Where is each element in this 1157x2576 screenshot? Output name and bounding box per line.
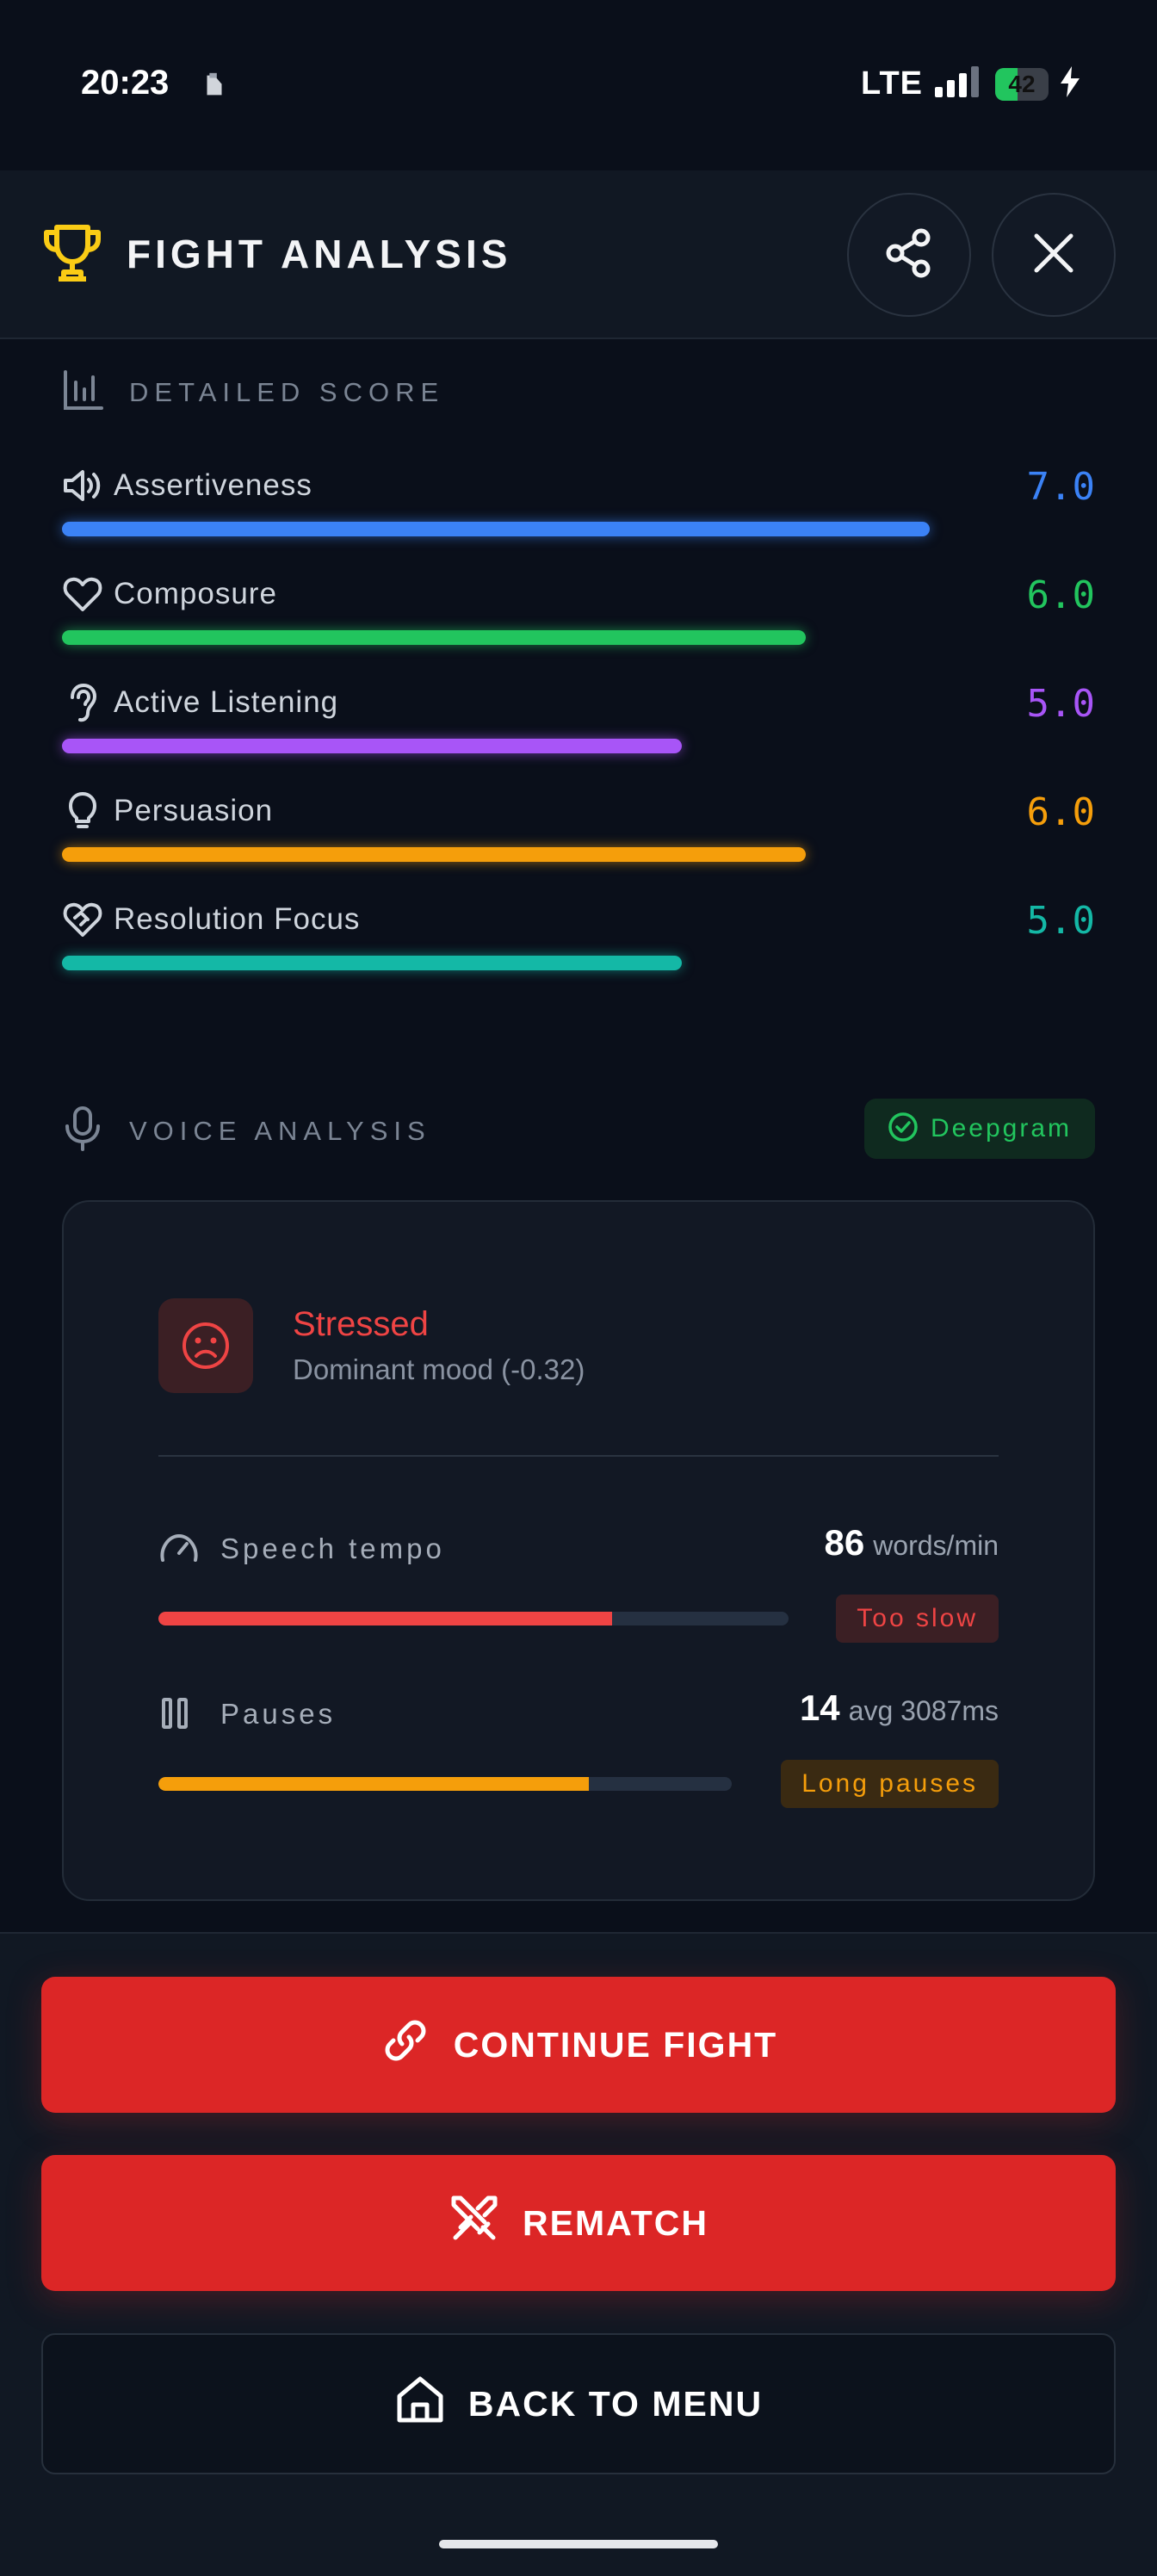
battery-icon: 42: [995, 67, 1049, 101]
close-button[interactable]: [992, 193, 1116, 317]
battery-level: 42: [1008, 70, 1036, 97]
network-type: LTE: [861, 65, 923, 102]
speech-tempo-value: 86 words/min: [824, 1522, 999, 1564]
deepgram-badge: Deepgram: [864, 1099, 1095, 1159]
sad-face-icon: [158, 1298, 253, 1393]
speech-tempo-fill: [158, 1612, 613, 1625]
score-row-active-listening: Active Listening 5.0: [62, 682, 1095, 790]
microphone-icon: [62, 1105, 103, 1156]
action-footer: CONTINUE FIGHT REMATCH BACK TO MENU: [0, 1932, 1157, 2576]
pauses-unit: avg 3087ms: [848, 1695, 999, 1726]
charging-icon: [1061, 66, 1080, 102]
score-value: 6.0: [1026, 573, 1095, 617]
home-icon: [394, 2374, 446, 2434]
section-title: DETAILED SCORE: [129, 376, 445, 407]
notification-icon: [200, 71, 229, 104]
section-title: VOICE ANALYSIS: [129, 1115, 431, 1146]
handshake-heart-icon: [62, 899, 103, 944]
score-bar: [62, 630, 806, 645]
status-bar: 20:23 LTE 42: [0, 0, 1157, 170]
mood-title: Stressed: [293, 1305, 429, 1343]
continue-fight-label: CONTINUE FIGHT: [453, 2024, 778, 2065]
signal-icon: [935, 66, 983, 102]
score-row-resolution-focus: Resolution Focus 5.0: [62, 899, 1095, 1007]
link-icon: [380, 2015, 431, 2075]
score-label: Resolution Focus: [114, 902, 361, 936]
score-label: Active Listening: [114, 685, 339, 719]
crossed-swords-icon: [449, 2193, 500, 2253]
speech-tempo-label: Speech tempo: [220, 1533, 445, 1564]
pauses-label: Pauses: [220, 1698, 337, 1730]
continue-fight-button[interactable]: CONTINUE FIGHT: [41, 1977, 1116, 2113]
home-indicator[interactable]: [439, 2540, 718, 2548]
pauses-fill: [158, 1777, 589, 1791]
mood-subtitle: Dominant mood (-0.32): [293, 1353, 585, 1385]
close-icon: [1031, 231, 1076, 280]
pause-icon: [158, 1696, 193, 1735]
score-bar: [62, 956, 682, 970]
pauses-badge: Long pauses: [781, 1760, 999, 1808]
back-to-menu-label: BACK TO MENU: [467, 2383, 764, 2424]
score-value: 5.0: [1026, 682, 1095, 726]
score-value: 5.0: [1026, 899, 1095, 943]
voice-analysis-header: VOICE ANALYSIS: [62, 1105, 431, 1156]
pauses-number: 14: [799, 1687, 840, 1728]
score-label: Assertiveness: [114, 468, 312, 502]
score-row-persuasion: Persuasion 6.0: [62, 790, 1095, 899]
trophy-icon: [43, 222, 102, 288]
share-button[interactable]: [847, 193, 971, 317]
ear-icon: [62, 682, 103, 728]
check-circle-icon: [888, 1112, 919, 1147]
speech-tempo-bar: [158, 1612, 789, 1625]
heart-icon: [62, 573, 103, 619]
page-title: FIGHT ANALYSIS: [127, 232, 512, 276]
score-bar: [62, 847, 806, 862]
score-label: Composure: [114, 577, 277, 610]
pauses-value: 14 avg 3087ms: [800, 1687, 999, 1729]
score-row-composure: Composure 6.0: [62, 573, 1095, 682]
speedometer-icon: [158, 1531, 200, 1570]
divider: [158, 1455, 999, 1457]
back-to-menu-button[interactable]: BACK TO MENU: [41, 2333, 1116, 2474]
score-value: 6.0: [1026, 790, 1095, 834]
score-bar: [62, 739, 682, 753]
speaker-icon: [62, 465, 103, 511]
score-value: 7.0: [1026, 465, 1095, 509]
voice-analysis-card: Stressed Dominant mood (-0.32) Speech te…: [62, 1200, 1095, 1901]
status-time: 20:23: [81, 64, 170, 102]
rematch-label: REMATCH: [523, 2202, 708, 2243]
bar-chart-icon: [62, 368, 103, 416]
score-label: Persuasion: [114, 794, 274, 827]
lightbulb-icon: [62, 790, 103, 836]
pauses-bar: [158, 1777, 732, 1791]
score-bar: [62, 522, 930, 536]
speech-tempo-badge: Too slow: [836, 1595, 999, 1643]
share-icon: [882, 226, 937, 285]
provider-label: Deepgram: [930, 1114, 1073, 1142]
detailed-score-header: DETAILED SCORE: [62, 368, 444, 416]
header: FIGHT ANALYSIS: [0, 170, 1157, 339]
score-row-assertiveness: Assertiveness 7.0: [62, 465, 1095, 573]
speech-tempo-unit: words/min: [873, 1530, 999, 1561]
speech-tempo-number: 86: [824, 1522, 865, 1563]
rematch-button[interactable]: REMATCH: [41, 2155, 1116, 2291]
